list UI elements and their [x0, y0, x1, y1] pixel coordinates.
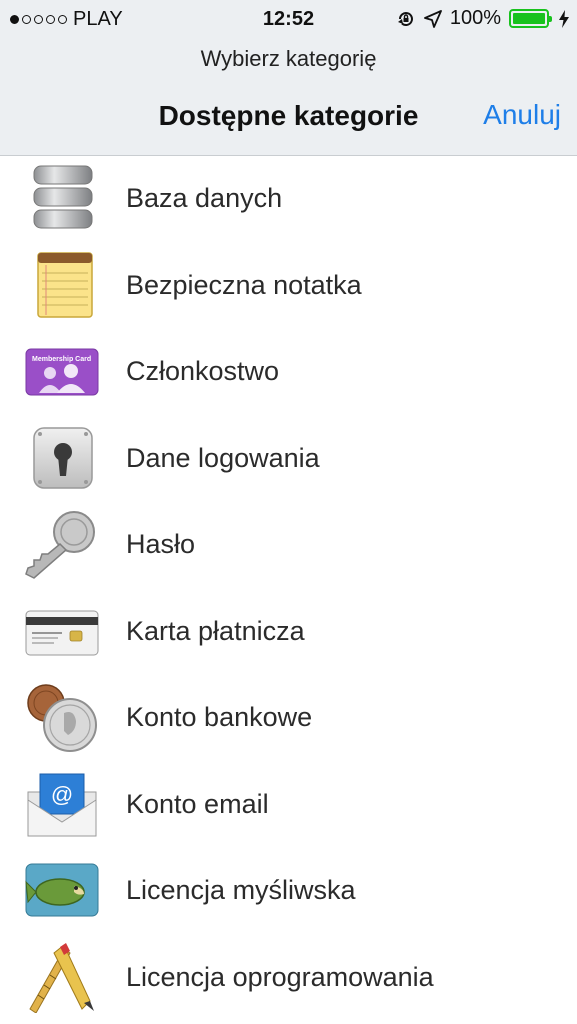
membership-card-text: Membership Card	[32, 356, 91, 363]
key-icon	[25, 511, 95, 579]
category-label: Licencja myśliwska	[126, 875, 356, 905]
category-row-email-account[interactable]: @ Konto email	[0, 762, 577, 849]
category-row-login[interactable]: Dane logowania	[0, 416, 577, 503]
battery-percentage: 100%	[449, 7, 501, 29]
navigation-header: PLAY 12:52 100% Wybierz kategorię Dostęp…	[0, 0, 577, 156]
battery-level	[513, 13, 545, 24]
category-list: Baza danych Bezpieczna notatka Membershi…	[0, 156, 577, 1021]
email-at-symbol: @	[51, 782, 73, 807]
fish-icon	[25, 863, 99, 917]
category-label: Karta płatnicza	[126, 615, 305, 646]
category-row-bank-account[interactable]: Konto bankowe	[0, 675, 577, 762]
category-row-software-license[interactable]: Licencja oprogramowania	[0, 935, 577, 1022]
status-right-group: 100%	[396, 7, 569, 30]
membership-card-icon: Membership Card	[25, 348, 99, 396]
status-bar: PLAY 12:52 100%	[0, 0, 577, 40]
pencil-ruler-icon	[29, 942, 94, 1013]
location-arrow-icon	[423, 9, 442, 28]
battery-icon	[509, 9, 552, 28]
category-label: Konto email	[126, 788, 269, 819]
rotation-lock-icon	[397, 11, 413, 26]
category-row-membership[interactable]: Membership Card Członkostwo	[0, 329, 577, 416]
category-label: Licencja oprogramowania	[126, 961, 434, 992]
email-envelope-icon: @	[27, 773, 97, 836]
category-label: Baza danych	[126, 183, 283, 213]
category-label: Konto bankowe	[126, 702, 313, 732]
coins-icon	[27, 684, 97, 752]
notepad-icon	[37, 251, 93, 318]
category-label: Członkostwo	[126, 356, 280, 386]
keyhole-icon	[33, 426, 93, 489]
database-icon	[33, 165, 93, 229]
category-label: Hasło	[126, 529, 196, 559]
category-label: Bezpieczna notatka	[126, 269, 362, 300]
category-label: Dane logowania	[126, 442, 320, 473]
category-row-secure-note[interactable]: Bezpieczna notatka	[0, 243, 577, 330]
cancel-button[interactable]: Anuluj	[483, 99, 561, 131]
category-row-password[interactable]: Hasło	[0, 502, 577, 589]
credit-card-icon	[25, 610, 99, 655]
charging-bolt-icon	[559, 9, 569, 28]
category-row-payment-card[interactable]: Karta płatnicza	[0, 589, 577, 676]
prompt-text: Wybierz kategorię	[200, 46, 377, 71]
category-row-database[interactable]: Baza danych	[0, 156, 577, 243]
category-row-hunting-license[interactable]: Licencja myśliwska	[0, 848, 577, 935]
